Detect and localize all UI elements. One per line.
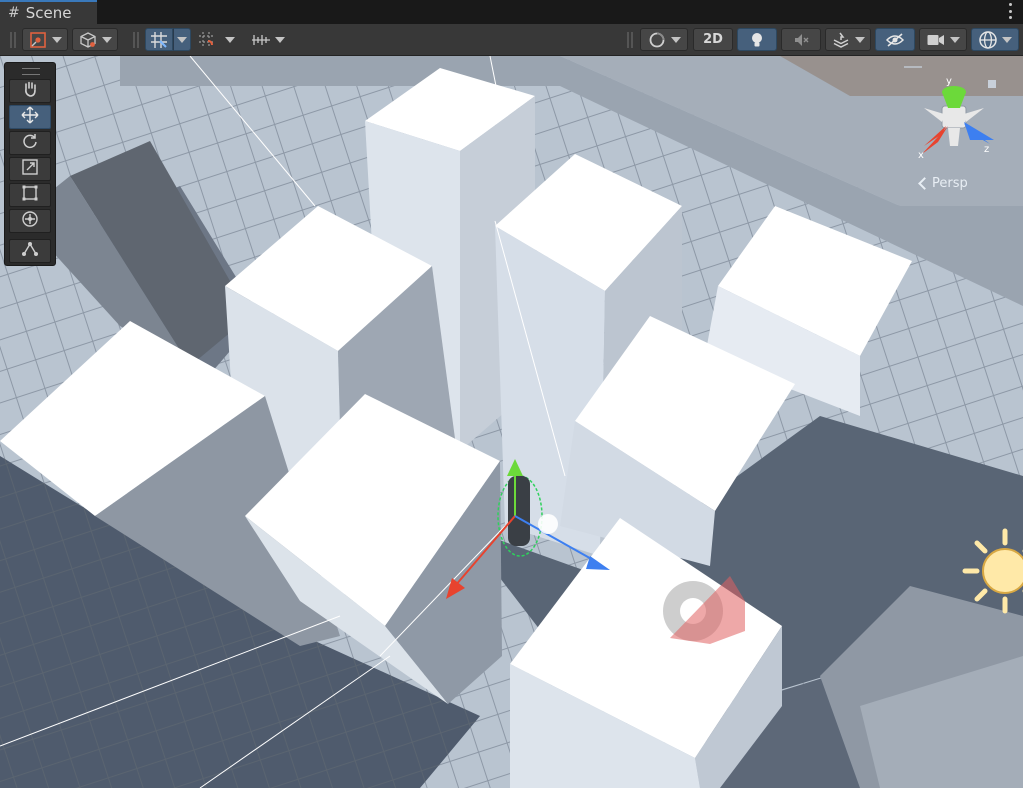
rect-tool-icon: [21, 184, 39, 206]
view-options-button[interactable]: [72, 28, 118, 51]
toolbar-grip-right[interactable]: [627, 32, 633, 48]
transform-tool-button[interactable]: [9, 209, 51, 233]
player-character: [508, 476, 530, 546]
projection-toggle[interactable]: Persp: [918, 176, 968, 191]
orbit-view-icon: [647, 30, 667, 50]
tab-scene-label: Scene: [25, 4, 72, 22]
chevron-down-icon: [102, 36, 112, 43]
hand-tool-icon: [21, 80, 39, 102]
grid-ruler-icon: [251, 30, 271, 50]
draw-mode-button[interactable]: [640, 28, 688, 51]
grid-ruler-button[interactable]: [244, 28, 292, 51]
tools-overlay-grip[interactable]: [22, 68, 40, 75]
gizmo-draw-mode-icon: [28, 30, 48, 50]
grid-snap-dropdown[interactable]: [173, 28, 191, 51]
toolbar-grip[interactable]: [133, 32, 139, 48]
increment-snap-dropdown[interactable]: [220, 28, 240, 51]
tab-bar: # Scene: [0, 0, 1023, 25]
gizmo-axis-y-label: y: [946, 76, 952, 87]
toolbar-grip-left[interactable]: [10, 32, 16, 48]
custom-tool-icon: [21, 240, 39, 262]
chevron-down-icon: [177, 36, 187, 43]
scene-render: [0, 56, 1023, 788]
chevron-down-icon: [52, 36, 62, 43]
increment-snap-button[interactable]: [196, 28, 218, 51]
camera-gizmo-icon: [538, 514, 558, 534]
chevron-down-icon: [1002, 36, 1012, 43]
chevron-down-icon: [671, 36, 681, 43]
scene-toolbar: 2D: [0, 24, 1023, 56]
gizmos-button[interactable]: [971, 28, 1019, 51]
orientation-axes: [904, 66, 996, 154]
rotate-tool-button[interactable]: [9, 131, 51, 155]
rotate-tool-icon: [21, 132, 39, 154]
scene-viewport[interactable]: y x z Persp: [0, 56, 1023, 788]
custom-tool-button[interactable]: [9, 239, 51, 263]
camera-settings-button[interactable]: [919, 28, 967, 51]
increment-snap-icon: [197, 30, 217, 50]
chevron-down-icon: [950, 36, 960, 43]
render-2d-toggle[interactable]: 2D: [693, 28, 733, 51]
visibility-eye-icon: [885, 30, 905, 50]
gizmo-axis-z-label: z: [984, 144, 990, 155]
tab-scene[interactable]: # Scene: [0, 0, 97, 24]
move-tool-icon: [21, 106, 39, 128]
more-options-icon[interactable]: [1009, 3, 1013, 19]
tools-overlay: [4, 62, 56, 266]
camera-icon: [926, 30, 946, 50]
chevron-down-icon: [275, 36, 285, 43]
render-2d-label: 2D: [703, 32, 723, 47]
scale-tool-icon: [21, 158, 39, 180]
scene-hash-icon: #: [8, 5, 20, 21]
audio-mute-icon: [791, 30, 811, 50]
grid-snap-button[interactable]: [145, 28, 173, 51]
chevron-down-icon: [855, 36, 865, 43]
rect-tool-button[interactable]: [9, 183, 51, 207]
gizmos-globe-icon: [978, 30, 998, 50]
effects-button[interactable]: [825, 28, 871, 51]
transform-tool-icon: [21, 210, 39, 232]
projection-label: Persp: [932, 176, 968, 191]
lighting-toggle[interactable]: [737, 28, 777, 51]
lighting-bulb-icon: [747, 30, 767, 50]
chevron-down-icon: [225, 36, 235, 43]
move-tool-button[interactable]: [9, 105, 51, 129]
scale-tool-button[interactable]: [9, 157, 51, 181]
gizmo-draw-mode-button[interactable]: [22, 28, 68, 51]
hand-tool-button[interactable]: [9, 79, 51, 103]
gizmo-lock-icon[interactable]: [988, 80, 996, 88]
view-options-cube-icon: [78, 30, 98, 50]
chevron-left-icon: [918, 177, 931, 190]
grid-snap-icon: [149, 30, 169, 50]
gizmo-axis-x-label: x: [918, 150, 924, 161]
effects-layers-icon: [831, 30, 851, 50]
audio-toggle[interactable]: [781, 28, 821, 51]
scene-visibility-toggle[interactable]: [875, 28, 915, 51]
